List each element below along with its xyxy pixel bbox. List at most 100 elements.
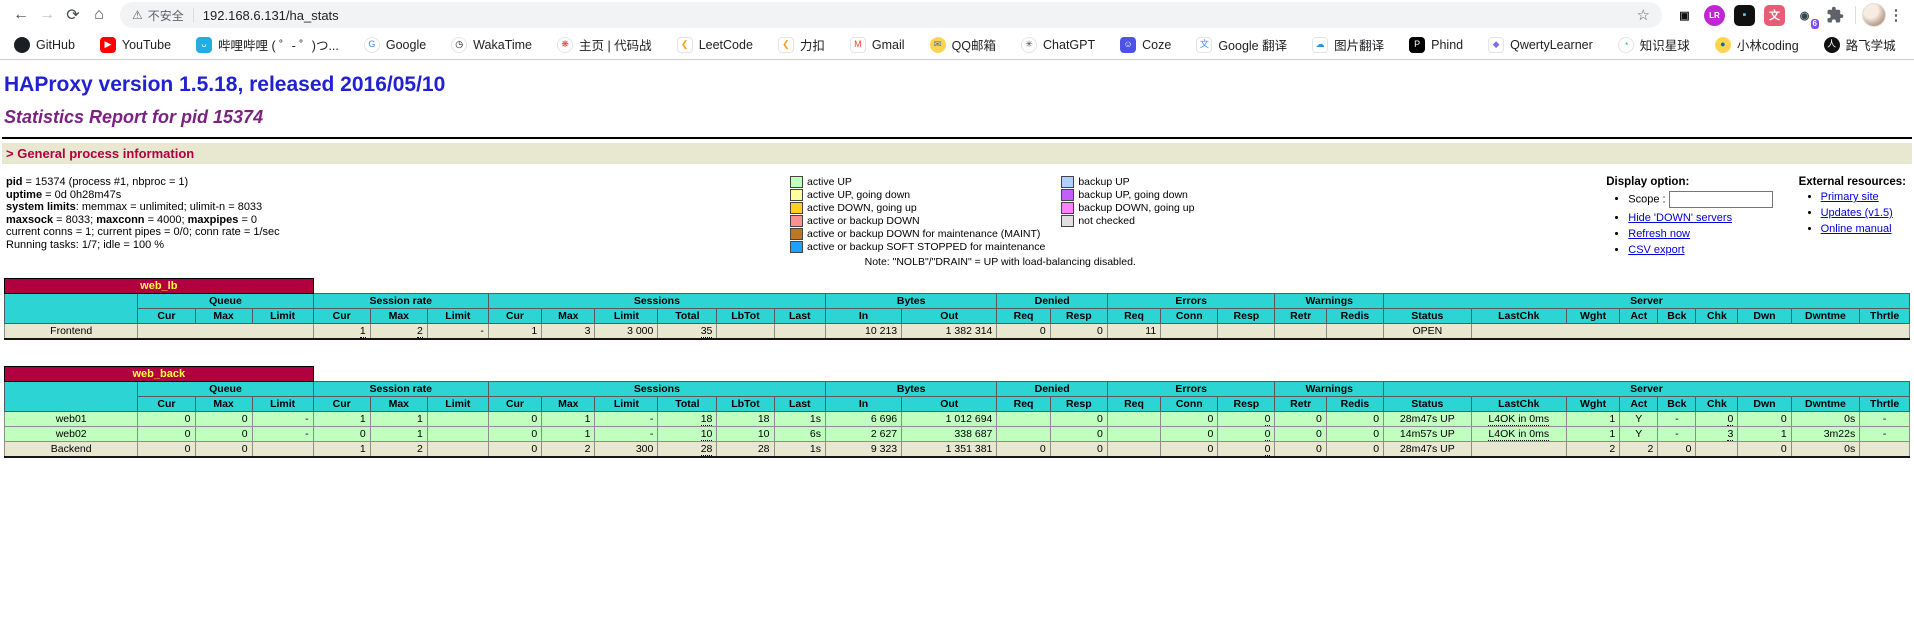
darkreader-icon[interactable]: ▣ xyxy=(1674,5,1695,26)
stat-cell: 9 323 xyxy=(825,442,901,458)
bookmark-item[interactable]: ✳ChatGPT xyxy=(1021,37,1095,53)
bookmark-label: Coze xyxy=(1142,38,1171,52)
stat-cell: 0 xyxy=(1275,427,1326,442)
process-info-line: current conns = 1; current pipes = 0/0; … xyxy=(6,226,790,239)
bookmark-item[interactable]: ☁图片翻译 xyxy=(1312,35,1384,54)
bookmark-favicon: ❋ xyxy=(557,37,573,53)
bookmark-item[interactable]: ◔知识星球 xyxy=(1618,35,1690,54)
column-header: Thrtle xyxy=(1860,309,1910,324)
bookmark-item[interactable]: GitHub xyxy=(14,37,75,53)
home-button[interactable]: ⌂ xyxy=(86,2,112,28)
column-header: Out xyxy=(902,397,997,412)
column-group-header: Server xyxy=(1384,382,1910,397)
site-security-chip[interactable]: ⚠ 不安全 xyxy=(132,7,184,24)
column-group-header: Denied xyxy=(997,294,1107,309)
stat-cell: 0 xyxy=(997,324,1050,340)
profile-avatar[interactable] xyxy=(1862,3,1886,27)
process-info-line: pid = 15374 (process #1, nbproc = 1) xyxy=(6,176,790,189)
column-header: Dwntme xyxy=(1791,309,1860,324)
stat-cell: 10 xyxy=(658,427,717,442)
external-resource-link[interactable]: Updates (v1.5) xyxy=(1821,207,1893,219)
stat-cell: 0 xyxy=(1696,412,1738,427)
column-header: Wght xyxy=(1566,397,1619,412)
bookmark-item[interactable]: MGmail xyxy=(850,37,905,53)
bookmark-item[interactable]: ❋主页 | 代码战 xyxy=(557,35,652,54)
wappalyzer-ext-icon[interactable]: ◉6 xyxy=(1794,5,1815,26)
stat-cell: 0 xyxy=(1050,427,1107,442)
stat-cell: 0 xyxy=(195,412,252,427)
display-option-item: CSV export xyxy=(1628,244,1772,256)
reload-button[interactable]: ⟳ xyxy=(60,2,86,28)
bookmark-item[interactable]: 文Google 翻译 xyxy=(1196,35,1287,54)
bookmark-label: WakaTime xyxy=(473,38,532,52)
stat-cell: 2 xyxy=(1566,442,1619,458)
bookmark-item[interactable]: ❮力扣 xyxy=(778,35,825,54)
stat-cell: - xyxy=(1658,427,1696,442)
back-button[interactable]: ← xyxy=(8,2,34,28)
column-header: Req xyxy=(997,397,1050,412)
stat-cell: 0 xyxy=(138,442,195,458)
legend-label-cell: active DOWN, going up xyxy=(803,202,1061,215)
stat-cell: - xyxy=(1658,412,1696,427)
translate-ext-icon[interactable]: 文 xyxy=(1764,5,1785,26)
external-resource-link[interactable]: Online manual xyxy=(1821,223,1892,235)
bookmark-star-icon[interactable]: ☆ xyxy=(1637,6,1650,24)
stat-cell xyxy=(997,427,1050,442)
display-option-link[interactable]: CSV export xyxy=(1628,244,1684,256)
stat-cell: 1 xyxy=(370,427,427,442)
bookmark-item[interactable]: ❮LeetCode xyxy=(677,37,753,53)
legend-swatch-cell xyxy=(790,241,803,254)
bookmark-item[interactable]: 人路飞学城 xyxy=(1824,35,1896,54)
stat-cell: - xyxy=(252,427,313,442)
column-group-header: Errors xyxy=(1107,382,1275,397)
bookmark-item[interactable]: ◆ QwertyLearner xyxy=(1488,37,1593,53)
process-info-line: maxsock = 8033; maxconn = 4000; maxpipes… xyxy=(6,214,790,227)
column-header: Bck xyxy=(1658,397,1696,412)
bookmark-item[interactable]: ▶YouTube xyxy=(100,37,171,53)
page-title[interactable]: HAProxy version 1.5.18, released 2016/05… xyxy=(4,73,1912,97)
scope-input[interactable] xyxy=(1669,191,1773,208)
column-header: Max xyxy=(195,397,252,412)
display-option-link[interactable]: Hide 'DOWN' servers xyxy=(1628,212,1732,224)
bookmark-item[interactable]: PPhind xyxy=(1409,37,1463,53)
bookmark-favicon: ☺ xyxy=(1120,37,1136,53)
stat-cell: 338 687 xyxy=(902,427,997,442)
video-ext-icon[interactable]: ▪ xyxy=(1734,5,1755,26)
extensions-puzzle-icon[interactable] xyxy=(1824,5,1845,26)
bookmark-label: Gmail xyxy=(872,38,905,52)
stat-cell: 0 xyxy=(195,427,252,442)
column-header: Conn xyxy=(1161,309,1218,324)
row-web01: web0100-11 01-18181s6 6961 012 694 0 000… xyxy=(5,412,1910,427)
stat-cell: - xyxy=(1860,412,1910,427)
column-header: LastChk xyxy=(1471,309,1566,324)
column-group-header: Sessions xyxy=(488,382,825,397)
status-legend: active UPbackup UPactive UP, going downb… xyxy=(790,176,1210,268)
bookmark-item[interactable]: GGoogle xyxy=(364,37,426,53)
bookmark-item[interactable]: ✉QQ邮箱 xyxy=(930,35,996,54)
bookmark-label: QwertyLearner xyxy=(1510,38,1593,52)
legend-swatch xyxy=(790,215,803,227)
lr-ext-icon[interactable]: LR xyxy=(1704,5,1725,26)
address-bar[interactable]: ⚠ 不安全 192.168.6.131/ha_stats ☆ xyxy=(120,2,1662,28)
column-header: Limit xyxy=(427,309,488,324)
stat-cell: 0 xyxy=(1161,427,1218,442)
bookmark-item[interactable]: ☺ Coze xyxy=(1120,37,1171,53)
column-header: Retr xyxy=(1275,397,1326,412)
bookmark-favicon: ✉ xyxy=(930,37,946,53)
not-secure-warning-icon: ⚠ xyxy=(132,8,143,22)
column-group-header: Warnings xyxy=(1275,294,1384,309)
browser-menu-icon[interactable]: ⋮ xyxy=(1886,6,1906,24)
bookmark-favicon: ◆ xyxy=(1488,37,1504,53)
forward-button[interactable]: → xyxy=(34,2,60,28)
legend-label-cell: active UP, going down xyxy=(803,189,1061,202)
stat-cell: 28 xyxy=(717,442,774,458)
stat-cell: 3 xyxy=(1696,427,1738,442)
legend-swatch-cell xyxy=(1061,215,1074,228)
external-resource-link[interactable]: Primary site xyxy=(1821,191,1879,203)
display-option-link[interactable]: Refresh now xyxy=(1628,228,1690,240)
stat-cell xyxy=(1161,324,1218,340)
bookmark-item[interactable]: ᴗ哔哩哔哩 ( ゜- ゜)つ... xyxy=(196,35,339,54)
column-header: Redis xyxy=(1326,397,1383,412)
bookmark-item[interactable]: ●小林coding xyxy=(1715,35,1799,54)
bookmark-item[interactable]: ◷WakaTime xyxy=(451,37,532,53)
